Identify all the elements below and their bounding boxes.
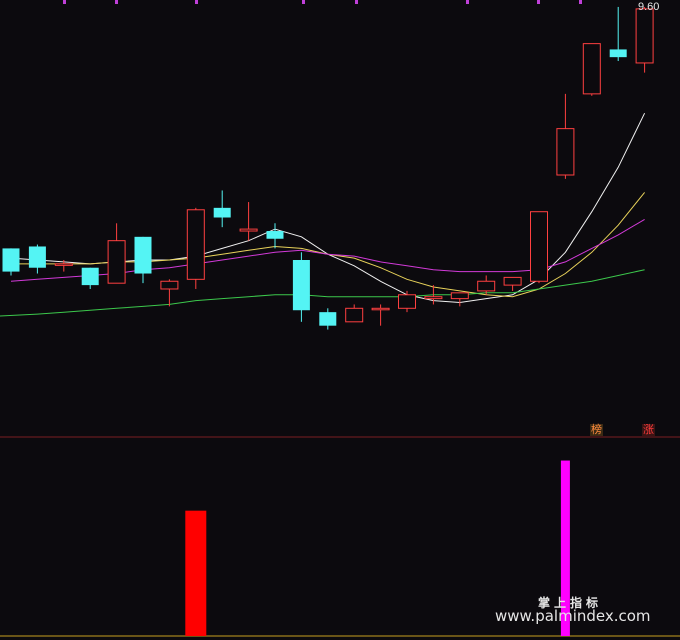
candle-body: [345, 307, 364, 323]
candle-body: [319, 312, 337, 326]
candle-body: [635, 8, 654, 64]
top-marker: [355, 0, 358, 4]
top-marker: [302, 0, 305, 4]
ma-line-2: [11, 192, 645, 298]
candle-body: [609, 49, 627, 58]
ma-line-3: [10, 218, 645, 282]
top-marker: [115, 0, 118, 4]
candle-body: [266, 231, 284, 239]
candle-body: [477, 280, 496, 292]
candle-body: [54, 263, 73, 266]
watermark-url: www.palmindex.com: [495, 607, 651, 625]
candle-body: [213, 207, 231, 218]
top-marker: [466, 0, 469, 4]
max-price-label: 9.60: [638, 1, 660, 13]
candle-body: [81, 267, 99, 286]
candle-body: [530, 211, 548, 282]
candle-body: [398, 294, 416, 309]
candle-body: [160, 280, 179, 290]
candle-body: [424, 296, 443, 300]
top-marker: [63, 0, 66, 4]
candle-body: [582, 43, 601, 95]
tag-bang: 榜: [590, 423, 603, 436]
tag-zhang: 涨: [642, 423, 655, 436]
candle-body: [186, 209, 205, 280]
candle-body: [28, 246, 46, 268]
candle-body: [292, 260, 310, 311]
candle-body: [134, 236, 152, 274]
candle-body: [556, 128, 575, 176]
candle-body: [371, 307, 390, 311]
candle-body: [450, 292, 469, 300]
candle-body: [503, 276, 522, 286]
indicator-bar: [185, 510, 207, 636]
top-marker: [579, 0, 582, 4]
candle-body: [107, 240, 126, 284]
candle-body: [239, 228, 258, 232]
top-marker: [195, 0, 198, 4]
top-marker: [537, 0, 540, 4]
candlestick-chart: [0, 0, 680, 637]
candle-body: [2, 248, 20, 272]
